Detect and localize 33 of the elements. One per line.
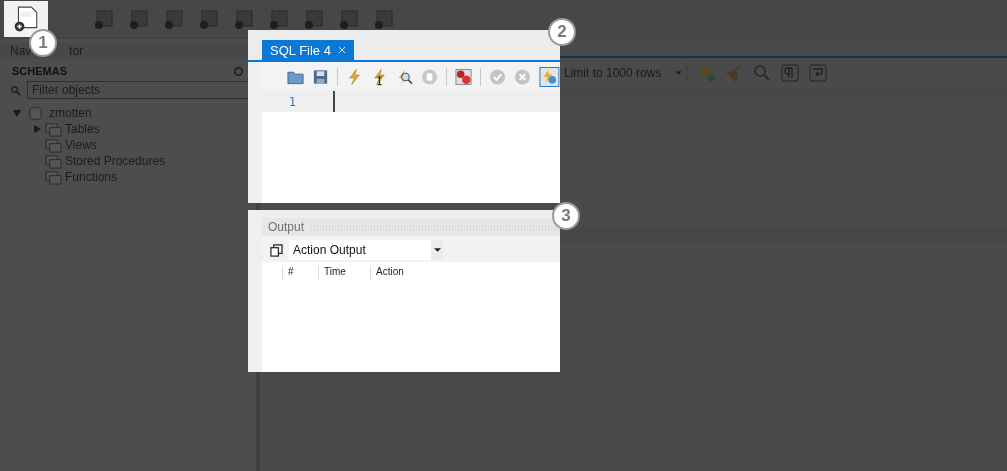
line-number: 1 xyxy=(287,94,296,109)
folder-icon xyxy=(45,121,62,137)
output-title: Output xyxy=(268,220,305,234)
close-icon[interactable] xyxy=(337,46,346,54)
refresh-icon[interactable] xyxy=(233,65,244,77)
column-header[interactable]: Action xyxy=(370,266,436,280)
save-icon[interactable] xyxy=(312,68,330,86)
stop-on-error-icon[interactable] xyxy=(455,68,473,86)
expand-arrow-icon[interactable] xyxy=(32,124,42,134)
editor-tab[interactable]: SQL File 4 xyxy=(262,40,354,60)
wrap-icon[interactable] xyxy=(809,64,827,82)
column-header[interactable]: # xyxy=(282,266,318,280)
search-icon[interactable] xyxy=(753,64,771,82)
autocommit-toggle-icon[interactable] xyxy=(539,66,560,88)
database-icon xyxy=(27,105,44,121)
cancel-icon[interactable] xyxy=(514,68,532,86)
search-icon xyxy=(10,84,21,96)
output-type-dropdown[interactable]: Action Output xyxy=(289,240,443,260)
star-add-icon[interactable] xyxy=(697,64,715,82)
folder-icon xyxy=(45,153,62,169)
folder-icon xyxy=(45,169,62,185)
stop-hand-icon[interactable] xyxy=(421,68,439,86)
column-header[interactable]: Time xyxy=(318,266,370,280)
expand-arrow-icon[interactable] xyxy=(12,108,22,118)
folder-icon xyxy=(45,137,62,153)
copy-icon[interactable] xyxy=(270,243,283,257)
schemas-heading: SCHEMAS xyxy=(12,65,67,77)
broom-icon[interactable] xyxy=(725,64,743,82)
caret-icon[interactable] xyxy=(433,248,441,252)
check-icon[interactable] xyxy=(489,68,507,86)
lightning-magnifier-icon[interactable] xyxy=(396,68,414,86)
pilcrow-icon[interactable] xyxy=(781,64,799,82)
new-sql-button[interactable] xyxy=(4,1,48,37)
